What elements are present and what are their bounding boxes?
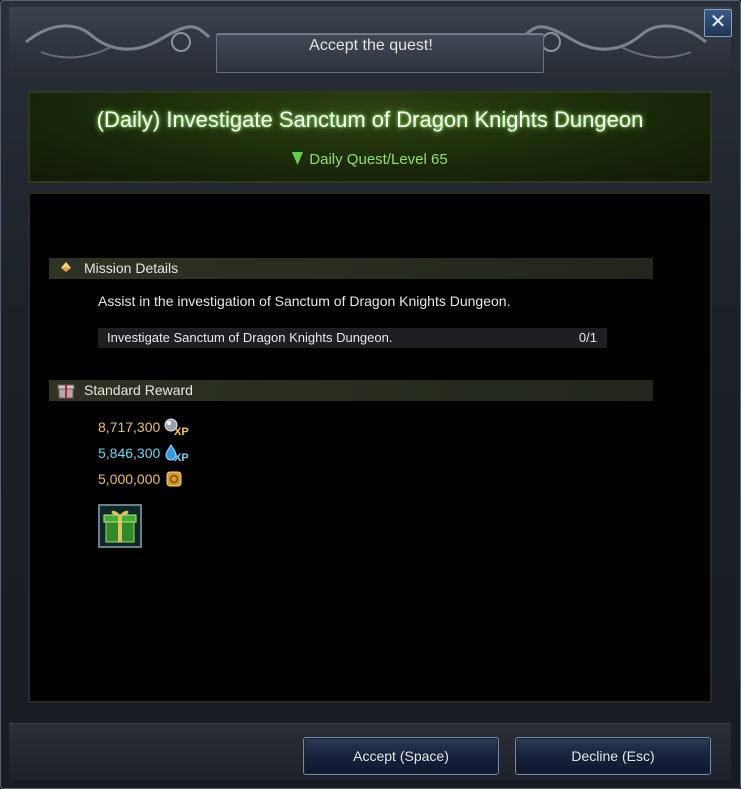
xp-orb-icon: XP — [164, 418, 189, 438]
objective-text: Investigate Sanctum of Dragon Knights Du… — [107, 330, 393, 345]
accept-button[interactable]: Accept (Space) — [303, 737, 499, 775]
quest-type-icon — [292, 152, 304, 165]
dialog-title: Accept the quest! — [309, 37, 433, 54]
reward-item-slot[interactable] — [98, 504, 142, 548]
objective-row: Investigate Sanctum of Dragon Knights Du… — [98, 328, 607, 348]
quest-dialog: Accept the quest! ✕ (Daily) Investigate … — [0, 0, 741, 789]
quest-title: (Daily) Investigate Sanctum of Dragon Kn… — [96, 107, 644, 132]
mission-description: Assist in the investigation of Sanctum o… — [98, 293, 511, 309]
quest-type-level: Daily Quest/Level 65 — [30, 151, 710, 168]
standard-reward-header: Standard Reward — [49, 380, 653, 401]
ornament-left-icon — [25, 24, 211, 59]
svg-text:XP: XP — [174, 426, 189, 436]
reward-skill-xp: 5,846,300 XP — [98, 442, 192, 464]
reward-gold: 5,000,000 — [98, 468, 184, 488]
quest-subtitle: Daily Quest/Level 65 — [309, 151, 448, 168]
reward-gold-value: 5,000,000 — [98, 471, 161, 488]
reward-xp: 8,717,300 XP — [98, 416, 192, 438]
decline-button[interactable]: Decline (Esc) — [515, 737, 711, 775]
dialog-footer: Accept (Space) Decline (Esc) — [9, 723, 731, 780]
close-button[interactable]: ✕ — [704, 9, 732, 37]
ornament-right-icon — [521, 24, 707, 59]
reward-box-icon — [57, 384, 75, 399]
green-gift-box-icon — [103, 510, 137, 543]
water-drop-xp-icon: XP — [165, 444, 189, 464]
standard-reward-label: Standard Reward — [84, 382, 193, 398]
svg-text:XP: XP — [174, 452, 189, 462]
quest-header: (Daily) Investigate Sanctum of Dragon Kn… — [28, 91, 712, 183]
mission-diamond-icon — [61, 262, 71, 272]
mission-details-label: Mission Details — [84, 260, 179, 276]
objective-progress: 0/1 — [578, 330, 597, 345]
gold-coin-icon — [166, 471, 182, 487]
quest-body: Mission Details Assist in the investigat… — [28, 192, 712, 703]
reward-skill-xp-value: 5,846,300 — [98, 445, 161, 462]
mission-details-header: Mission Details — [49, 258, 653, 279]
reward-xp-value: 8,717,300 — [98, 419, 161, 436]
